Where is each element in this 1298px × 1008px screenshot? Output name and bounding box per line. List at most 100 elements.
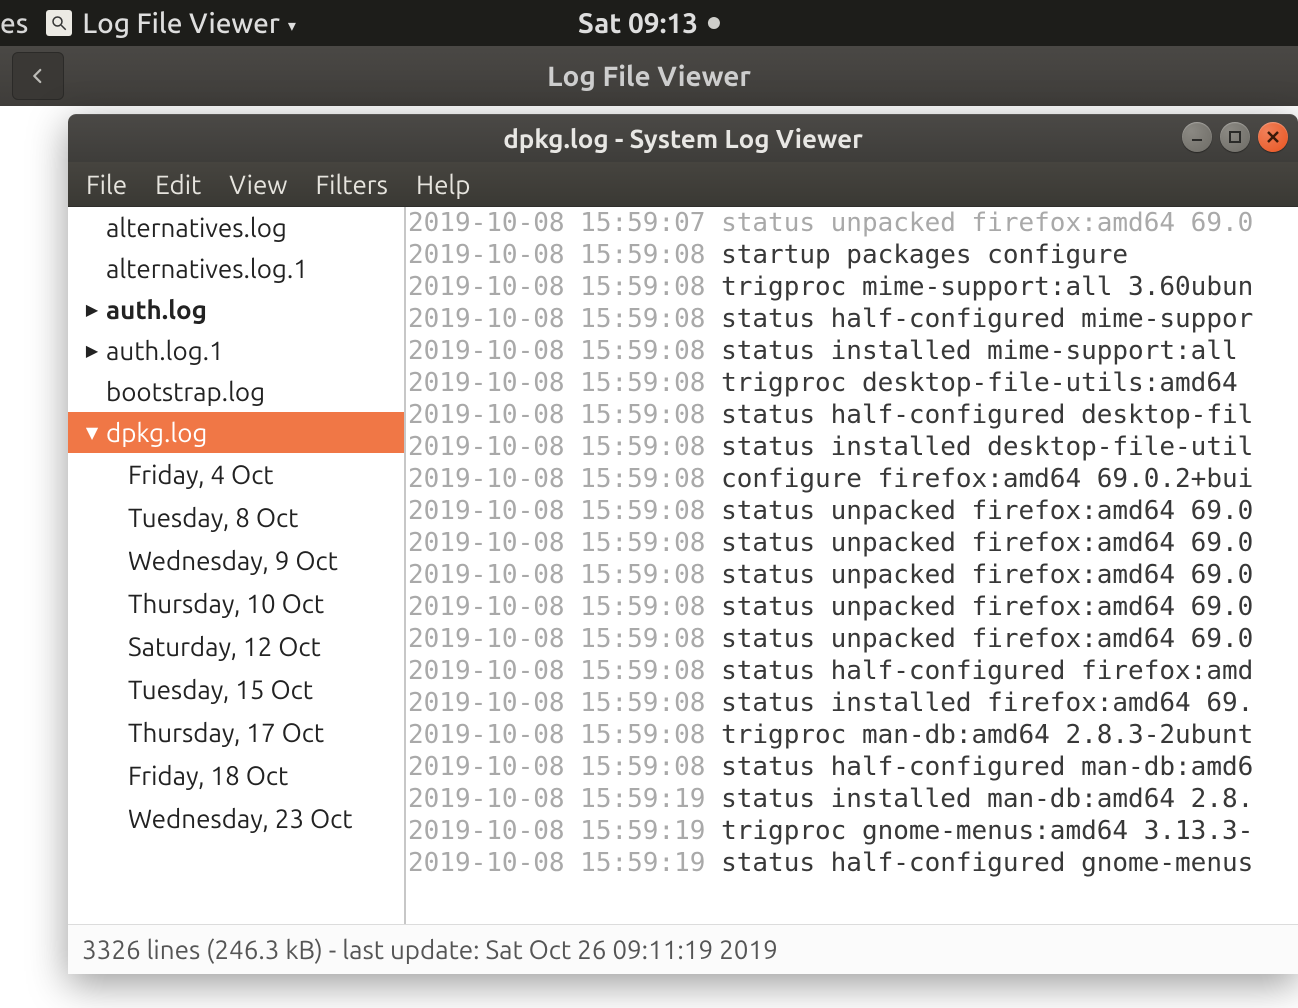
log-line: 2019-10-08 15:59:08 status installed des… [408,431,1298,463]
log-message: status installed mime-support:all [705,336,1253,366]
log-timestamp: 2019-10-08 15:59:07 [408,208,705,238]
tree-item[interactable]: ▼dpkg.log [68,412,404,453]
log-message: configure firefox:amd64 69.0.2+bui [705,464,1253,494]
log-line: 2019-10-08 15:59:08 status installed fir… [408,687,1298,719]
log-timestamp: 2019-10-08 15:59:08 [408,272,705,302]
tree-item-label: auth.log.1 [106,336,224,365]
menu-filters[interactable]: Filters [315,170,387,199]
tree-item[interactable]: bootstrap.log [68,371,404,412]
tree-child[interactable]: Saturday, 12 Oct [68,625,404,668]
tree-child[interactable]: Friday, 18 Oct [68,754,404,797]
menu-file[interactable]: File [86,170,127,199]
panel-app-menu[interactable]: Log File Viewer ▾ [82,8,296,39]
background-window-titlebar: Log File Viewer [0,46,1298,106]
tree-child[interactable]: Friday, 4 Oct [68,453,404,496]
log-message: trigproc desktop-file-utils:amd64 [705,368,1253,398]
panel-left-trunc: es [0,8,36,39]
log-line: 2019-10-08 15:59:08 status unpacked fire… [408,559,1298,591]
log-line: 2019-10-08 15:59:07 status unpacked fire… [408,207,1298,239]
log-line: 2019-10-08 15:59:08 startup packages con… [408,239,1298,271]
menu-help[interactable]: Help [416,170,471,199]
log-timestamp: 2019-10-08 15:59:08 [408,240,705,270]
log-message: status unpacked firefox:amd64 69.0 [705,528,1253,558]
log-timestamp: 2019-10-08 15:59:08 [408,464,705,494]
log-line: 2019-10-08 15:59:08 trigproc man-db:amd6… [408,719,1298,751]
tree-child[interactable]: Thursday, 17 Oct [68,711,404,754]
menu-view[interactable]: View [229,170,287,199]
log-timestamp: 2019-10-08 15:59:08 [408,560,705,590]
chevron-right-icon: ▶ [82,300,102,319]
log-file-tree[interactable]: alternatives.logalternatives.log.1▶auth.… [68,207,406,924]
log-line: 2019-10-08 15:59:08 configure firefox:am… [408,463,1298,495]
log-message: status half-configured mime-suppor [705,304,1253,334]
log-timestamp: 2019-10-08 15:59:19 [408,816,705,846]
log-line: 2019-10-08 15:59:08 status unpacked fire… [408,623,1298,655]
log-line: 2019-10-08 15:59:08 status unpacked fire… [408,591,1298,623]
log-timestamp: 2019-10-08 15:59:08 [408,688,705,718]
tree-child[interactable]: Tuesday, 15 Oct [68,668,404,711]
tree-item[interactable]: ▶auth.log.1 [68,330,404,371]
background-window-content [0,106,68,1008]
log-timestamp: 2019-10-08 15:59:08 [408,432,705,462]
log-message: status unpacked firefox:amd64 69.0 [705,208,1253,238]
log-line: 2019-10-08 15:59:08 trigproc desktop-fil… [408,367,1298,399]
window-controls [1182,122,1288,152]
tree-child[interactable]: Wednesday, 23 Oct [68,797,404,840]
tree-item[interactable]: alternatives.log [68,207,404,248]
tree-item-label: dpkg.log [106,418,207,447]
chevron-right-icon: ▶ [82,341,102,360]
log-timestamp: 2019-10-08 15:59:08 [408,624,705,654]
tree-item[interactable]: ▶auth.log [68,289,404,330]
log-timestamp: 2019-10-08 15:59:08 [408,720,705,750]
log-message: status half-configured firefox:amd [705,656,1253,686]
tree-item-label: alternatives.log [106,213,287,242]
maximize-button[interactable] [1220,122,1250,152]
log-message: status half-configured gnome-menus [705,848,1253,878]
minimize-button[interactable] [1182,122,1212,152]
log-line: 2019-10-08 15:59:08 status half-configur… [408,303,1298,335]
tree-child[interactable]: Thursday, 10 Oct [68,582,404,625]
log-message: status unpacked firefox:amd64 69.0 [705,624,1253,654]
log-message: status installed man-db:amd64 2.8. [705,784,1253,814]
tree-item-label: bootstrap.log [106,377,265,406]
log-timestamp: 2019-10-08 15:59:19 [408,848,705,878]
panel-clock-text: Sat 09:13 [578,8,698,39]
log-line: 2019-10-08 15:59:08 trigproc mime-suppor… [408,271,1298,303]
log-line: 2019-10-08 15:59:19 status half-configur… [408,847,1298,879]
log-line: 2019-10-08 15:59:19 status installed man… [408,783,1298,815]
log-message: status unpacked firefox:amd64 69.0 [705,560,1253,590]
back-button[interactable] [12,52,64,100]
window-title: dpkg.log - System Log Viewer [503,124,863,153]
close-button[interactable] [1258,122,1288,152]
window-body: alternatives.logalternatives.log.1▶auth.… [68,207,1298,924]
window-titlebar[interactable]: dpkg.log - System Log Viewer [68,114,1298,162]
log-line: 2019-10-08 15:59:19 trigproc gnome-menus… [408,815,1298,847]
log-timestamp: 2019-10-08 15:59:08 [408,528,705,558]
tree-child[interactable]: Tuesday, 8 Oct [68,496,404,539]
log-timestamp: 2019-10-08 15:59:08 [408,656,705,686]
tree-item[interactable]: alternatives.log.1 [68,248,404,289]
log-message: trigproc mime-support:all 3.60ubun [705,272,1253,302]
log-message: status unpacked firefox:amd64 69.0 [705,496,1253,526]
log-timestamp: 2019-10-08 15:59:08 [408,368,705,398]
log-timestamp: 2019-10-08 15:59:19 [408,784,705,814]
log-message: status installed firefox:amd64 69. [705,688,1253,718]
panel-app-menu-label: Log File Viewer [82,8,279,39]
log-message: status half-configured desktop-fil [705,400,1253,430]
log-timestamp: 2019-10-08 15:59:08 [408,336,705,366]
log-line: 2019-10-08 15:59:08 status half-configur… [408,655,1298,687]
log-line: 2019-10-08 15:59:08 status half-configur… [408,751,1298,783]
menubar: File Edit View Filters Help [68,162,1298,207]
notification-dot-icon [708,17,720,29]
log-message: status installed desktop-file-util [705,432,1253,462]
log-line: 2019-10-08 15:59:08 status unpacked fire… [408,495,1298,527]
search-icon[interactable] [46,10,72,36]
desktop-top-panel: es Log File Viewer ▾ Sat 09:13 [0,0,1298,46]
log-content-pane[interactable]: 2019-10-08 15:59:07 status unpacked fire… [406,207,1298,924]
log-message: trigproc gnome-menus:amd64 3.13.3- [705,816,1253,846]
background-window-title: Log File Viewer [547,61,751,92]
panel-clock[interactable]: Sat 09:13 [578,8,720,39]
log-timestamp: 2019-10-08 15:59:08 [408,496,705,526]
menu-edit[interactable]: Edit [155,170,201,199]
tree-child[interactable]: Wednesday, 9 Oct [68,539,404,582]
